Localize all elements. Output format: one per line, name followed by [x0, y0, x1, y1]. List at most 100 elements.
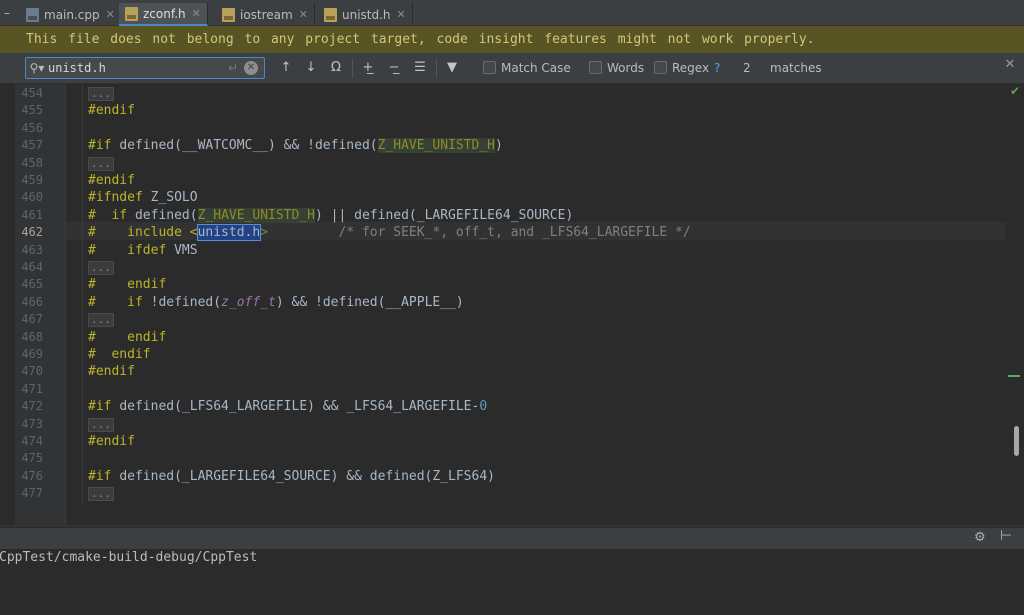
folded-region[interactable]: ...: [88, 261, 114, 275]
code-token: VMS: [174, 242, 198, 258]
match-case-label[interactable]: Match Case: [501, 53, 571, 83]
code-token: #endif: [88, 173, 135, 188]
line-number: 455: [21, 103, 43, 118]
line-number: 458: [21, 155, 43, 170]
code-line: ...: [88, 485, 114, 502]
line-number: 473: [21, 416, 43, 431]
line-number: 460: [21, 190, 43, 205]
code-number: 0: [479, 399, 488, 415]
add-occurrence-icon[interactable]: +̲: [358, 59, 378, 77]
banner-text: This file does not belong to any project…: [26, 32, 815, 47]
line-number: 459: [21, 173, 43, 187]
previous-occurrence-icon[interactable]: ↑: [276, 59, 296, 77]
macro-token: Z_HAVE_UNISTD_H: [377, 138, 495, 154]
next-occurrence-icon[interactable]: ↓: [301, 59, 321, 77]
code-line: # if defined(Z_HAVE_UNISTD_H) || defined…: [88, 207, 573, 224]
line-number: 461: [21, 207, 43, 222]
code-line: #endif: [88, 102, 135, 119]
code-line: # endif: [88, 276, 166, 293]
code-line: # if !defined(z_off_t) && !defined(__APP…: [88, 294, 464, 311]
code-line: ...: [88, 259, 114, 276]
code-token: ) || defined(_LARGEFILE64_SOURCE): [315, 207, 574, 223]
code-token: #ifndef: [88, 190, 151, 206]
code-line: # endif: [88, 329, 166, 346]
search-match: unistd.h: [196, 224, 262, 242]
tab-iostream[interactable]: iostream ✕: [216, 3, 315, 26]
code-token: defined(_LARGEFILE64_SOURCE) && defined(…: [119, 468, 495, 484]
code-token: #if: [88, 399, 120, 415]
code-line: #ifndef Z_SOLO: [88, 189, 198, 206]
code-token: #endif: [88, 434, 135, 449]
code-token: ) && !defined(__APPLE__): [275, 294, 464, 310]
run-console[interactable]: CppTest/cmake-build-debug/CppTest: [0, 549, 1024, 615]
folded-region[interactable]: ...: [88, 156, 114, 171]
line-number-gutter[interactable]: 454 455 456 457 458 459 460 461 462 463 …: [0, 84, 66, 525]
minimize-icon[interactable]: ⊢: [1000, 528, 1012, 544]
find-all-icon[interactable]: Ω: [326, 59, 346, 77]
line-number: 471: [21, 381, 43, 396]
close-icon[interactable]: ✕: [397, 8, 406, 21]
remove-occurrence-icon[interactable]: −̲: [384, 59, 404, 77]
line-number: 476: [21, 468, 43, 483]
code-token: >: [260, 225, 269, 241]
tab-edge-indicator[interactable]: –: [0, 0, 14, 26]
find-bar: ⚲▾ ↵ ✕ ↑ ↓ Ω +̲ −̲ ☰ ▼ Match Case Words …: [0, 53, 1024, 84]
gear-icon[interactable]: ⚙: [974, 530, 986, 545]
line-number: 464: [21, 260, 43, 274]
tab-label: main.cpp: [44, 7, 100, 22]
code-token: #endif: [88, 103, 135, 119]
select-all-occurrences-icon[interactable]: ☰: [410, 59, 430, 77]
current-line-number: 462: [21, 225, 43, 240]
words-checkbox[interactable]: [589, 61, 602, 74]
regex-label[interactable]: Regex: [672, 53, 709, 83]
search-icon[interactable]: ⚲▾: [26, 61, 48, 75]
left-tool-strip: [0, 84, 15, 525]
new-line-icon[interactable]: ↵: [224, 61, 242, 75]
header-file-icon: [324, 7, 337, 22]
tab-unistd-h[interactable]: unistd.h ✕: [318, 3, 413, 26]
tab-main-cpp[interactable]: main.cpp ✕: [20, 3, 122, 26]
folded-region[interactable]: ...: [88, 417, 114, 432]
code-line: #endif: [88, 363, 135, 380]
filter-icon[interactable]: ▼: [442, 59, 462, 77]
line-number: 467: [21, 312, 43, 327]
scrollbar-thumb[interactable]: [1014, 426, 1019, 456]
words-label[interactable]: Words: [607, 53, 644, 83]
code-line: ...: [88, 155, 114, 172]
run-panel-header: ⚙ ⊢: [0, 527, 1024, 549]
error-stripe[interactable]: ✔: [1006, 84, 1024, 525]
regex-checkbox[interactable]: [654, 61, 667, 74]
code-line: #if defined(_LARGEFILE64_SOURCE) && defi…: [88, 468, 495, 485]
project-warning-banner: This file does not belong to any project…: [0, 26, 1024, 53]
code-token: # if: [88, 294, 151, 310]
code-token: defined(_LFS64_LARGEFILE) && _LFS64_LARG…: [119, 399, 480, 415]
code-token: defined(__WATCOMC__) && !defined(: [119, 138, 378, 154]
clear-search-icon[interactable]: ✕: [244, 61, 258, 75]
code-line: ...: [88, 311, 114, 328]
change-marker[interactable]: [1008, 375, 1020, 377]
close-icon[interactable]: ✕: [192, 7, 201, 20]
close-icon[interactable]: ✕: [106, 8, 115, 21]
tab-zconf-h[interactable]: zconf.h ✕: [119, 3, 208, 26]
code-token: z_off_t: [221, 294, 276, 310]
search-input[interactable]: [48, 58, 224, 78]
folded-region[interactable]: ...: [88, 487, 114, 502]
search-box[interactable]: ⚲▾ ↵ ✕: [25, 57, 265, 79]
folded-region[interactable]: ...: [88, 87, 114, 101]
close-icon[interactable]: ✕: [1003, 57, 1017, 77]
regex-help-link[interactable]: ?: [714, 53, 720, 83]
code-token: # endif: [88, 347, 151, 362]
macro-token: Z_HAVE_UNISTD_H: [197, 207, 315, 223]
code-editor[interactable]: 454 455 456 457 458 459 460 461 462 463 …: [0, 84, 1024, 525]
check-icon[interactable]: ✔: [1010, 84, 1020, 98]
line-number: 475: [21, 451, 43, 466]
match-case-checkbox[interactable]: [483, 61, 496, 74]
console-output: CppTest/cmake-build-debug/CppTest: [0, 550, 258, 565]
cpp-file-icon: [26, 7, 39, 22]
header-file-icon: [222, 7, 235, 22]
editor-tab-bar: – main.cpp ✕ zconf.h ✕ iostream ✕ unistd…: [0, 0, 1024, 26]
folded-region[interactable]: ...: [88, 313, 114, 328]
code-line: ...: [88, 416, 114, 433]
header-file-icon: [125, 6, 138, 21]
close-icon[interactable]: ✕: [299, 8, 308, 21]
